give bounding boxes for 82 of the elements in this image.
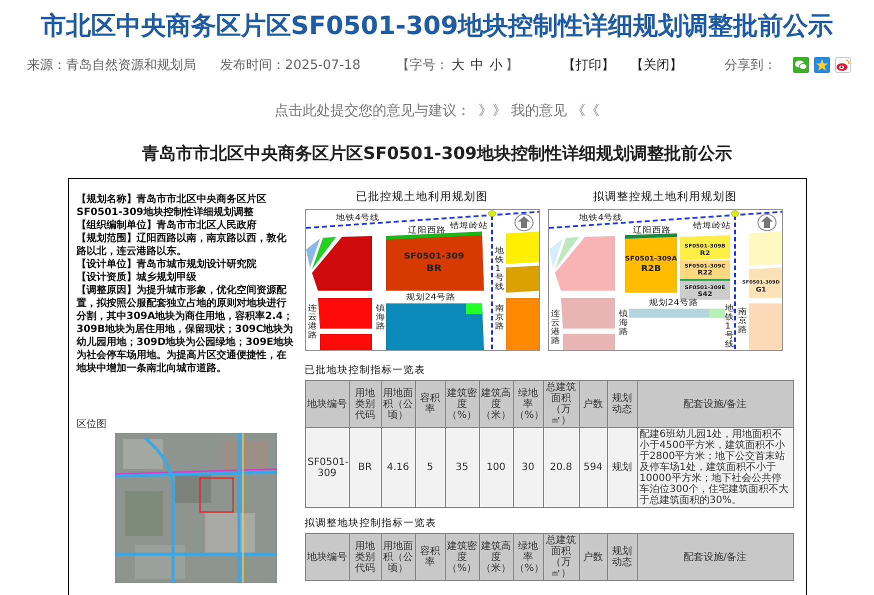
column-header: 绿地率（%）: [513, 380, 543, 428]
table-cell: 5: [415, 428, 445, 508]
map-label: 镇海路: [376, 304, 385, 332]
feedback-link[interactable]: 》》 我的意见 《《: [478, 102, 600, 120]
map-label: 地铁1号线: [724, 304, 734, 350]
map-label: 辽阳西路: [632, 226, 670, 236]
location-map-label: 区位图: [76, 418, 106, 431]
map-label: 南京路: [494, 304, 504, 332]
page-title: 市北区中央商务区片区SF0501-309地块控制性详细规划调整批前公示: [40, 10, 834, 42]
column-header: 总建筑面积（万㎡）: [543, 380, 579, 428]
map-label: 连云港路: [550, 309, 560, 346]
map-label: 南京路: [738, 308, 747, 335]
column-header: 容积率: [415, 534, 445, 580]
map-label: 地铁4号线: [336, 213, 380, 223]
table-cell: 4.16: [381, 428, 415, 508]
source-text: 来源：青岛自然资源和规划局: [27, 57, 196, 74]
map-label: 规划24号路: [648, 298, 698, 308]
column-header: 户数: [579, 380, 607, 428]
station-icon: [730, 210, 738, 217]
map-label: 辽阳西路: [408, 226, 446, 236]
column-header: 用地面积（公顷）: [381, 534, 415, 580]
action-link[interactable]: 【关闭】: [630, 56, 683, 74]
table-title: 已批地块控制指标一览表: [304, 364, 426, 377]
column-header: 规划动态: [607, 534, 637, 580]
table-cell: 594: [579, 428, 607, 508]
table-cell: BR: [349, 428, 381, 508]
column-header: 绿地率（%）: [513, 534, 543, 580]
table-cell: 100: [479, 428, 513, 508]
table-cell: 30: [513, 428, 543, 508]
info-paragraph: 【调整原因】为提升城市形象，优化空间资源配置，拟按照公服配套独立占地的原则对地块进行分割，其中309A地块为商住用地，容积率2.4；309B地块为居住用地，保留现状；309C地块为幼儿园用地；309D地块为公园绿地；309E地块为社会停车场用地。为提高片区交通便捷性，在地块中增加一条南北向城市道路。: [76, 284, 294, 375]
map-label: 地铁4号线: [578, 213, 622, 223]
column-header: 建筑高度（米）: [479, 534, 513, 580]
map-label: SF0501-309: [403, 252, 464, 262]
info-paragraph: 【组织编制单位】青岛市市北区人民政府: [76, 219, 258, 232]
publish-date: 发布时间：2025-07-18: [220, 57, 361, 74]
font-size-link[interactable]: 大: [452, 56, 465, 74]
map-label: R2B: [640, 264, 661, 274]
font-size-link[interactable]: 小: [490, 56, 503, 74]
font-size-label: 【字号：: [396, 57, 449, 74]
column-header: 配套设施/备注: [637, 380, 793, 428]
table-cell: SF0501-309: [305, 428, 349, 508]
info-paragraph: 【规划范围】辽阳西路以南，南京路以西，敦化路以北，连云港路以东。: [76, 232, 288, 258]
column-header: 用地面积（公顷）: [381, 380, 415, 428]
column-header: 总建筑面积（万㎡）: [543, 534, 579, 580]
star-icon[interactable]: [814, 57, 830, 73]
column-header: 地块编号: [305, 380, 349, 428]
feedback-prompt: 点击此处提交您的意见与建议：: [274, 102, 471, 120]
column-header: 配套设施/备注: [637, 534, 793, 580]
map-label: BR: [426, 263, 442, 274]
column-header: 容积率: [415, 380, 445, 428]
column-header: 户数: [579, 534, 607, 580]
info-paragraph: 【规划名称】青岛市市北区中央商务区片区SF0501-309地块控制性详细规划调整: [76, 193, 268, 219]
station-icon: [488, 210, 496, 217]
map-label: 错埠岭站: [450, 221, 488, 231]
column-header: 建筑密度（%）: [445, 380, 479, 428]
map-label: 镇海路: [618, 309, 628, 337]
notice-title: 青岛市市北区中央商务区片区SF0501-309地块控制性详细规划调整批前公示: [142, 143, 732, 165]
map-label: 规划24号路: [406, 293, 455, 303]
info-paragraph: 【设计单位】青岛市城市规划设计研究院: [76, 258, 258, 271]
column-header: 用地类别代码: [349, 380, 381, 428]
info-paragraph: 【设计资质】城乡规划甲级: [76, 271, 198, 284]
table-cell: 规划: [607, 428, 637, 508]
font-size-link[interactable]: 中: [470, 56, 484, 74]
table-title: 拟调整地块控制指标一览表: [304, 516, 436, 530]
bracket-text: 】: [506, 57, 519, 74]
column-header: 建筑密度（%）: [445, 534, 479, 580]
map-label: 地铁1号线: [494, 246, 504, 292]
column-header: 用地类别代码: [349, 534, 381, 580]
action-link[interactable]: 【打印】: [562, 56, 615, 74]
map-title: 已批控规土地利用规划图: [356, 189, 488, 204]
eye-icon[interactable]: [834, 57, 851, 73]
table-cell: 配建6班幼儿园1处，用地面积不小于4500平方米，建筑面积不小于2800平方米；地下公交首末站及停车场1处，建筑面积不小于10000平方米；地下社会公共停车泊位300个，住宅建筑面积不大于总建筑面积的30%。: [637, 428, 793, 508]
chat-bubbles-icon[interactable]: [792, 57, 809, 73]
column-header: 规划动态: [607, 380, 637, 428]
column-header: 建筑高度（米）: [479, 380, 513, 428]
map-title: 拟调整控规土地利用规划图: [593, 189, 737, 204]
table-cell: 20.8: [543, 428, 579, 508]
table-cell: 35: [445, 428, 479, 508]
map-label: 错埠岭站: [692, 221, 730, 231]
share-label: 分享到：: [724, 57, 777, 74]
column-header: 地块编号: [305, 534, 349, 580]
map-label: 连云港路: [308, 304, 317, 340]
